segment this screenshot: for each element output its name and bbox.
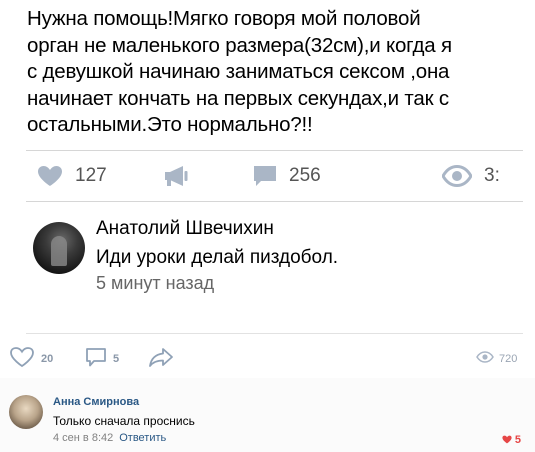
post-actions: 20 5 720	[0, 346, 535, 372]
comment-count: 5	[113, 353, 120, 365]
share-button[interactable]	[148, 346, 174, 372]
comment-count: 256	[289, 165, 321, 186]
share-button[interactable]	[163, 158, 189, 194]
post-text: Нужна помощь!Мягко говоря мой половой ор…	[27, 7, 452, 136]
comment-icon	[253, 164, 277, 188]
comment-time[interactable]: 4 сен в 8:42	[53, 432, 113, 444]
comment-author[interactable]: Анна Смирнова	[53, 396, 139, 408]
eye-icon	[442, 165, 472, 187]
divider	[26, 201, 523, 202]
divider	[26, 333, 523, 334]
post: Нужна помощь!Мягко говоря мой половой ор…	[0, 0, 535, 370]
like-button[interactable]: 5	[502, 431, 521, 449]
comments-button[interactable]: 5	[85, 346, 119, 372]
megaphone-icon	[163, 164, 189, 188]
like-count: 127	[75, 165, 107, 186]
reply-link[interactable]: Ответить	[119, 432, 166, 444]
views-counter: 3:	[442, 158, 500, 194]
comment-text: Только сначала проснись	[53, 414, 195, 428]
comment-text: Иди уроки делай пиздобол.	[96, 247, 339, 268]
divider	[26, 150, 523, 151]
comments-button[interactable]: 256	[253, 158, 321, 194]
like-button[interactable]: 127	[37, 158, 107, 194]
comment-outline-icon	[85, 346, 107, 373]
share-arrow-icon	[148, 346, 174, 373]
like-count: 5	[514, 434, 521, 446]
post-stats: 127 256 3:	[0, 158, 535, 194]
like-button[interactable]: 20	[9, 346, 53, 372]
heart-outline-icon	[9, 346, 35, 373]
comment: Анатолий Швечихин Иди уроки делай пиздоб…	[0, 210, 535, 320]
comment-author[interactable]: Анатолий Швечихин	[96, 218, 274, 240]
views-count: 3:	[484, 165, 500, 186]
comment-time: 5 минут назад	[96, 273, 215, 293]
heart-icon	[37, 165, 63, 187]
eye-icon	[476, 350, 494, 368]
views-count: 720	[499, 353, 518, 365]
heart-icon	[502, 431, 512, 449]
avatar[interactable]	[33, 222, 85, 274]
views-counter: 720	[476, 346, 517, 372]
avatar[interactable]	[9, 395, 43, 429]
like-count: 20	[41, 353, 54, 365]
reply-comment: Анна Смирнова Только сначала проснись 4 …	[0, 378, 535, 452]
comment-meta: 4 сен в 8:42 Ответить	[53, 432, 166, 444]
